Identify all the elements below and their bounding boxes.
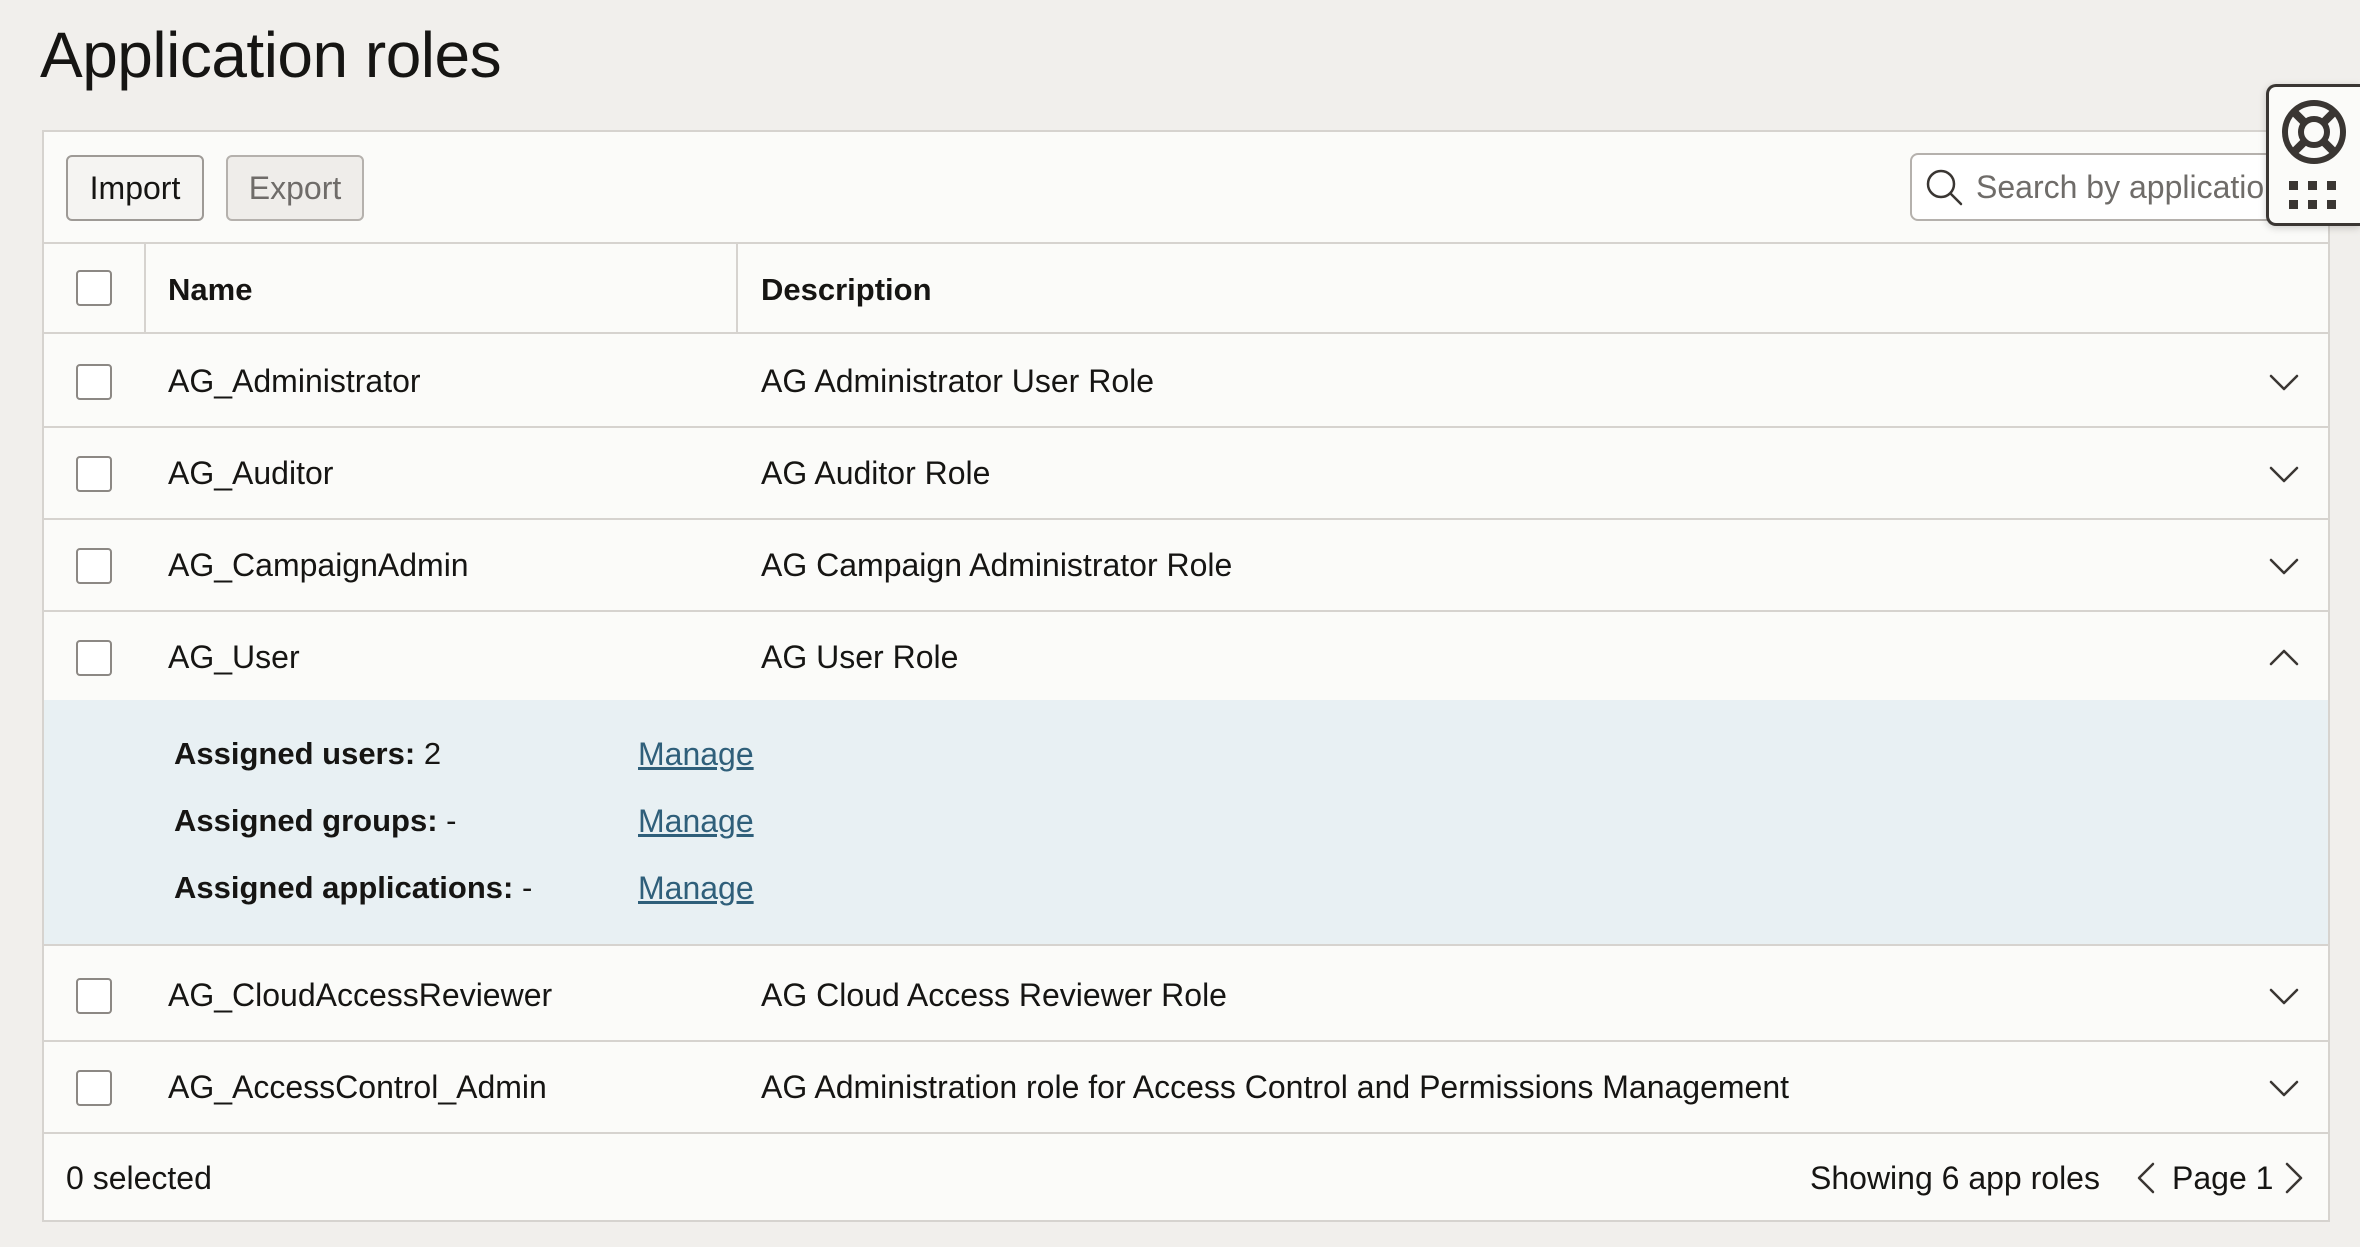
role-description: AG Campaign Administrator Role	[761, 547, 1233, 583]
role-name: AG_CampaignAdmin	[168, 547, 469, 583]
assigned-groups-label: Assigned groups:	[174, 803, 438, 838]
row-checkbox[interactable]	[76, 640, 112, 676]
assigned-applications: Assigned applications: -	[174, 870, 532, 906]
help-widget[interactable]	[2266, 84, 2360, 226]
selection-count: 0 selected	[66, 1160, 212, 1196]
role-name: AG_CloudAccessReviewer	[168, 977, 553, 1013]
result-count: Showing 6 app roles	[1810, 1160, 2100, 1196]
manage-applications-link[interactable]: Manage	[638, 870, 754, 907]
assigned-groups: Assigned groups: -	[174, 803, 456, 839]
table-row[interactable]: AG_CloudAccessReviewer AG Cloud Access R…	[44, 950, 2328, 1042]
page-title: Application roles	[40, 19, 502, 91]
role-name: AG_User	[168, 639, 300, 675]
column-divider	[144, 244, 146, 332]
row-checkbox[interactable]	[76, 1070, 112, 1106]
search-box[interactable]	[1910, 153, 2310, 221]
table-header: Name Description	[44, 244, 2328, 334]
role-detail-panel: Assigned users: 2 Manage Assigned groups…	[44, 700, 2328, 946]
row-checkbox[interactable]	[76, 364, 112, 400]
assigned-users: Assigned users: 2	[174, 736, 441, 772]
role-description: AG Cloud Access Reviewer Role	[761, 977, 1227, 1013]
column-divider	[736, 244, 738, 332]
page-indicator: Page 1	[2172, 1160, 2274, 1196]
select-all-checkbox[interactable]	[76, 270, 112, 306]
chevron-down-icon[interactable]	[2266, 1070, 2302, 1106]
chevron-down-icon[interactable]	[2266, 548, 2302, 584]
chevron-down-icon[interactable]	[2266, 364, 2302, 400]
lifebuoy-icon[interactable]	[2281, 99, 2347, 165]
role-description: AG Administration role for Access Contro…	[761, 1069, 1790, 1105]
assigned-users-label: Assigned users:	[174, 736, 416, 771]
table-row[interactable]: AG_AccessControl_Admin AG Administration…	[44, 1042, 2328, 1134]
chevron-left-icon[interactable]	[2128, 1158, 2164, 1198]
chevron-down-icon[interactable]	[2266, 456, 2302, 492]
row-checkbox[interactable]	[76, 978, 112, 1014]
manage-groups-link[interactable]: Manage	[638, 803, 754, 840]
table-row[interactable]: AG_CampaignAdmin AG Campaign Administrat…	[44, 520, 2328, 612]
role-name: AG_Auditor	[168, 455, 334, 491]
chevron-right-icon[interactable]	[2276, 1158, 2312, 1198]
search-input[interactable]	[1976, 168, 2296, 206]
table-row-expanded[interactable]: AG_User AG User Role	[44, 612, 2328, 704]
table-row[interactable]: AG_Auditor AG Auditor Role	[44, 428, 2328, 520]
chevron-up-icon[interactable]	[2266, 640, 2302, 676]
chevron-down-icon[interactable]	[2266, 978, 2302, 1014]
row-checkbox[interactable]	[76, 548, 112, 584]
import-button[interactable]: Import	[66, 155, 204, 221]
table-footer: 0 selected Showing 6 app roles Page 1	[44, 1134, 2328, 1222]
roles-panel: Import Export Name Description AG_Admini…	[42, 130, 2330, 1222]
role-description: AG Auditor Role	[761, 455, 991, 491]
search-icon	[1926, 169, 1963, 206]
assigned-users-value: 2	[423, 736, 442, 771]
grid-icon[interactable]	[2289, 181, 2337, 211]
toolbar: Import Export	[44, 132, 2328, 244]
role-name: AG_Administrator	[168, 363, 421, 399]
manage-users-link[interactable]: Manage	[638, 736, 754, 773]
assigned-applications-label: Assigned applications:	[174, 870, 514, 905]
role-description: AG User Role	[761, 639, 959, 675]
export-button[interactable]: Export	[226, 155, 364, 221]
column-header-name[interactable]: Name	[168, 272, 252, 308]
assigned-applications-value: -	[521, 870, 533, 905]
role-name: AG_AccessControl_Admin	[168, 1069, 547, 1105]
row-checkbox[interactable]	[76, 456, 112, 492]
table-row[interactable]: AG_Administrator AG Administrator User R…	[44, 336, 2328, 428]
assigned-groups-value: -	[446, 803, 457, 838]
column-header-description[interactable]: Description	[761, 272, 932, 308]
role-description: AG Administrator User Role	[761, 363, 1155, 399]
